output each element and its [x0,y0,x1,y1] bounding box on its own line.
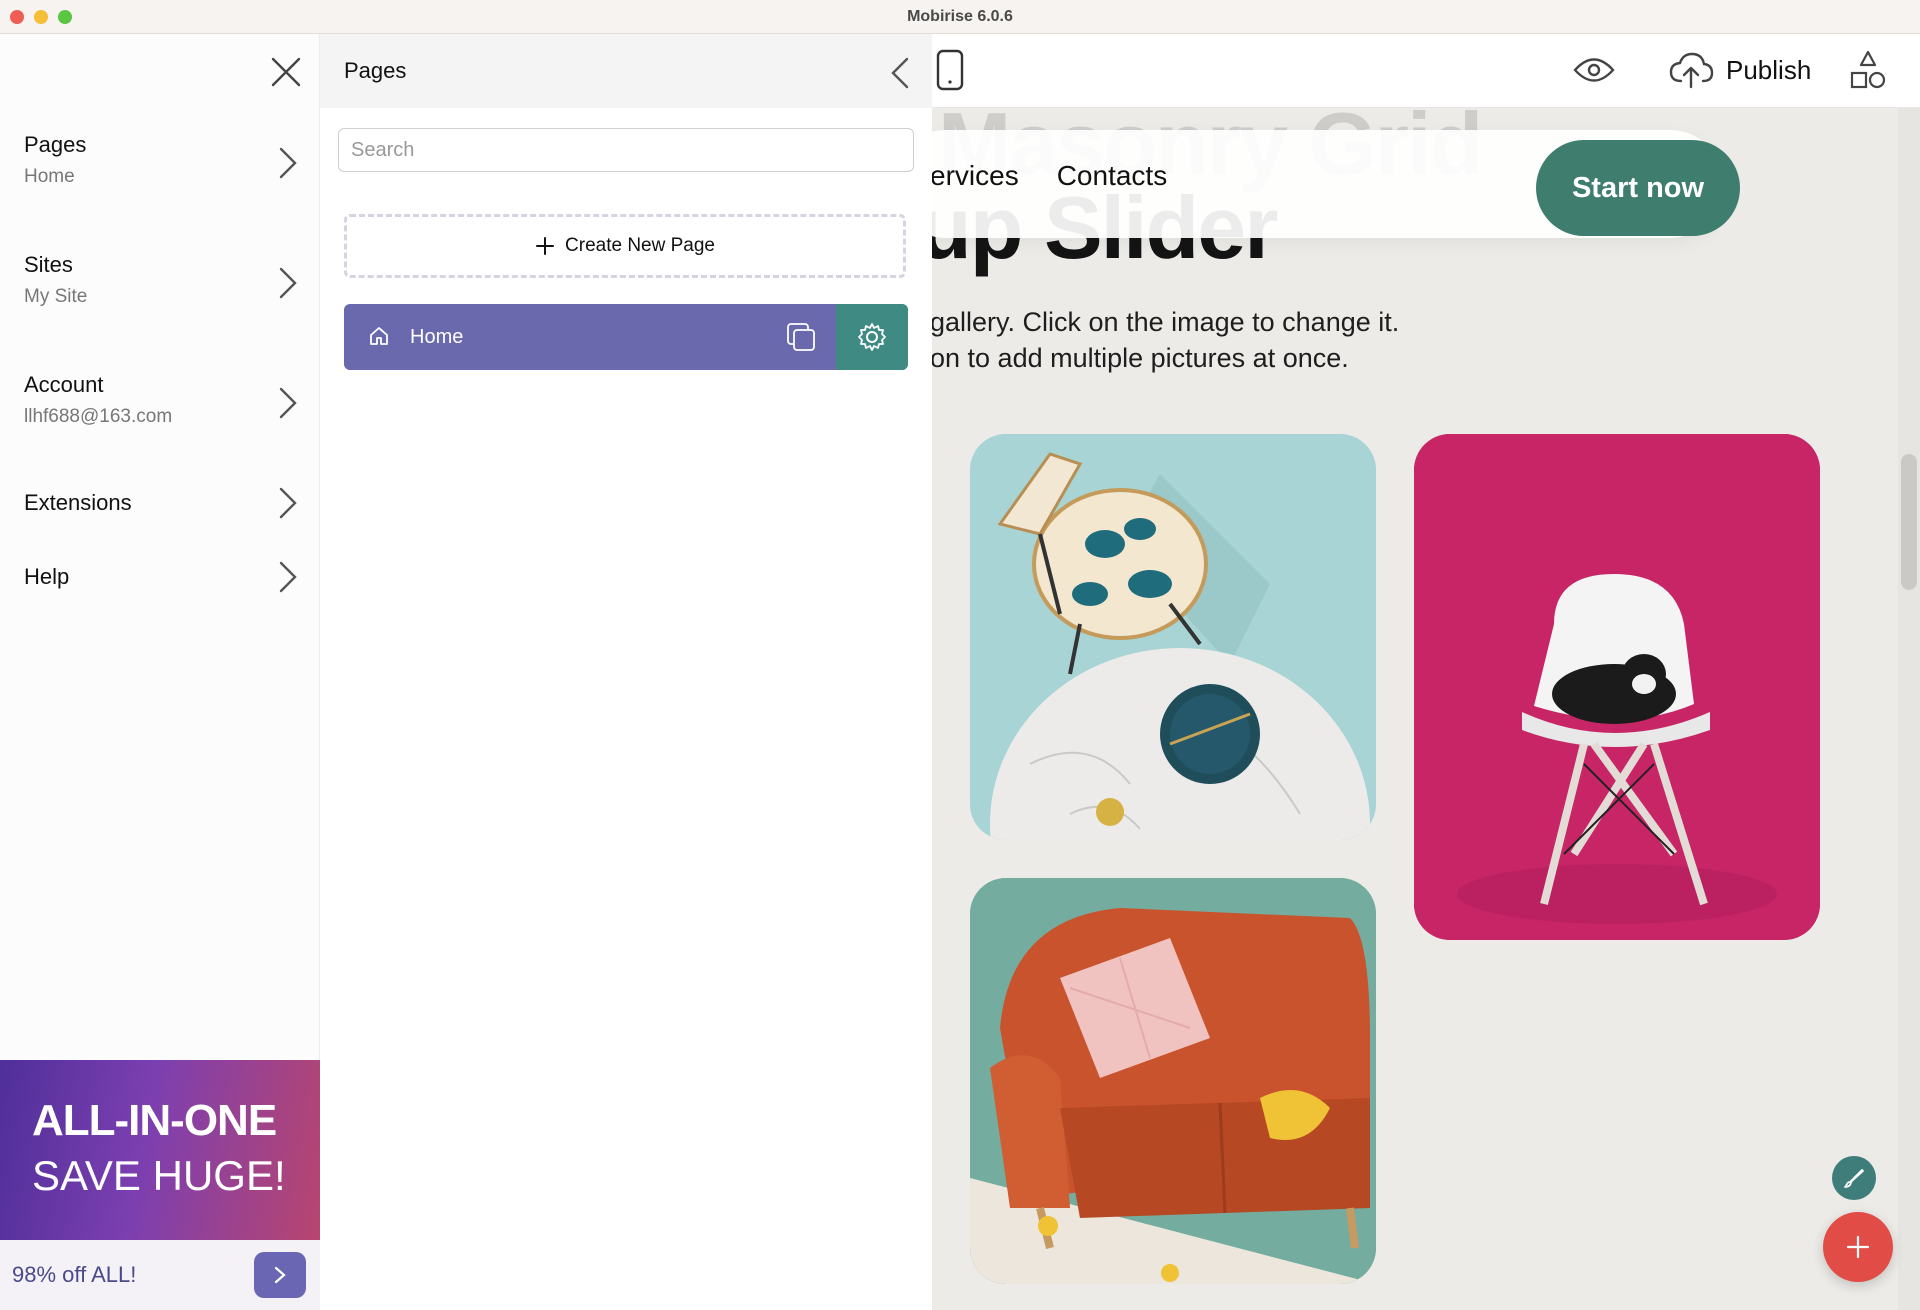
chevron-left-icon[interactable] [888,56,912,90]
phone-icon [936,49,964,91]
sidebar-item-sites[interactable]: Sites My Site [0,252,320,332]
cloud-upload-icon [1669,52,1714,89]
promo-headline: ALL-IN-ONE [32,1096,277,1145]
plus-icon [1846,1235,1870,1259]
chevron-right-icon [279,561,297,593]
page-row-home[interactable]: Home [344,304,908,370]
hero-description-line2: on to add multiple pictures at once. [932,343,1349,373]
start-now-button[interactable]: Start now [1536,140,1740,236]
promo-offer-text: 98% off ALL! [12,1262,137,1287]
plus-icon [536,237,555,255]
sidebar-item-extensions[interactable]: Extensions [0,487,320,530]
brush-icon [1844,1169,1864,1188]
create-new-page-button[interactable]: Create New Page [344,214,906,278]
main-sidebar: Pages Home Sites My Site Account llhf688… [0,34,320,1310]
close-sidebar-button[interactable] [268,54,304,90]
pages-search-input[interactable] [338,128,914,172]
home-icon [370,327,388,345]
style-edit-button[interactable] [1832,1156,1876,1200]
hero-description-line1: gallery. Click on the image to change it… [932,307,1400,337]
shapes-icon [1850,50,1886,89]
sidebar-item-help[interactable]: Help [0,561,320,604]
sidebar-item-label: Help [24,564,70,589]
chevron-right-icon [279,487,297,519]
promo-image[interactable]: ALL-IN-ONE SAVE HUGE! [0,1060,320,1240]
pages-panel-title: Pages [344,58,407,83]
nav-link-services[interactable]: ervices [932,160,1019,192]
sidebar-item-label: Sites [24,252,73,277]
gallery-image-orange-sofa[interactable] [970,878,1376,1284]
sidebar-item-label: Extensions [24,490,132,515]
promo-footer: 98% off ALL! [0,1240,320,1310]
page-settings-button[interactable] [836,304,908,370]
eye-icon [1573,58,1615,82]
preview-button[interactable] [1572,52,1616,88]
site-menu-bar: ervices Contacts Start now [932,130,1740,238]
window-titlebar: Mobirise 6.0.6 [0,0,1920,34]
sidebar-item-pages[interactable]: Pages Home [0,132,320,212]
sidebar-item-sub: My Site [24,286,88,307]
add-block-button[interactable] [1823,1212,1893,1282]
site-nav: ervices Contacts [932,160,1167,192]
chevron-right-icon [279,147,297,179]
canvas-scrollbar-thumb[interactable] [1901,454,1917,590]
promo-banner[interactable]: ALL-IN-ONE SAVE HUGE! 98% off ALL! [0,1060,320,1310]
chevron-right-icon [274,1266,286,1284]
chevron-right-icon [279,267,297,299]
close-icon [271,57,301,87]
publish-label: Publish [1726,54,1812,85]
create-new-page-label: Create New Page [565,235,715,256]
gallery-image-cat-chair[interactable] [1414,434,1820,940]
sidebar-item-sub: llhf688@163.com [24,406,173,427]
sidebar-item-label: Pages [24,132,87,157]
mobile-view-button[interactable] [932,48,968,92]
sidebar-item-sub: Home [24,166,75,187]
promo-subheadline: SAVE HUGE! [32,1152,286,1199]
sidebar-item-label: Account [24,372,104,397]
duplicate-page-icon[interactable] [784,320,818,354]
canvas-scrollbar-track[interactable] [1898,108,1920,1310]
hero-description[interactable]: gallery. Click on the image to change it… [932,304,1399,376]
chevron-right-icon [279,387,297,419]
page-name: Home [410,326,464,348]
sidebar-item-account[interactable]: Account llhf688@163.com [0,372,320,452]
gallery-image-chair-table[interactable] [970,434,1376,840]
editor-toolbar: Publish [932,34,1920,108]
blocks-button[interactable] [1848,48,1888,92]
pages-panel: Pages Create New Page Home [320,34,932,1310]
window-title: Mobirise 6.0.6 [907,8,1013,25]
editor-canvas: Masonry Grid up Slider ervices Contacts … [932,34,1920,1310]
promo-go-button[interactable] [254,1252,306,1298]
publish-button[interactable]: Publish [1668,48,1811,92]
pages-panel-header: Pages [320,34,932,108]
gear-icon [858,323,886,351]
nav-link-contacts[interactable]: Contacts [1057,160,1168,192]
